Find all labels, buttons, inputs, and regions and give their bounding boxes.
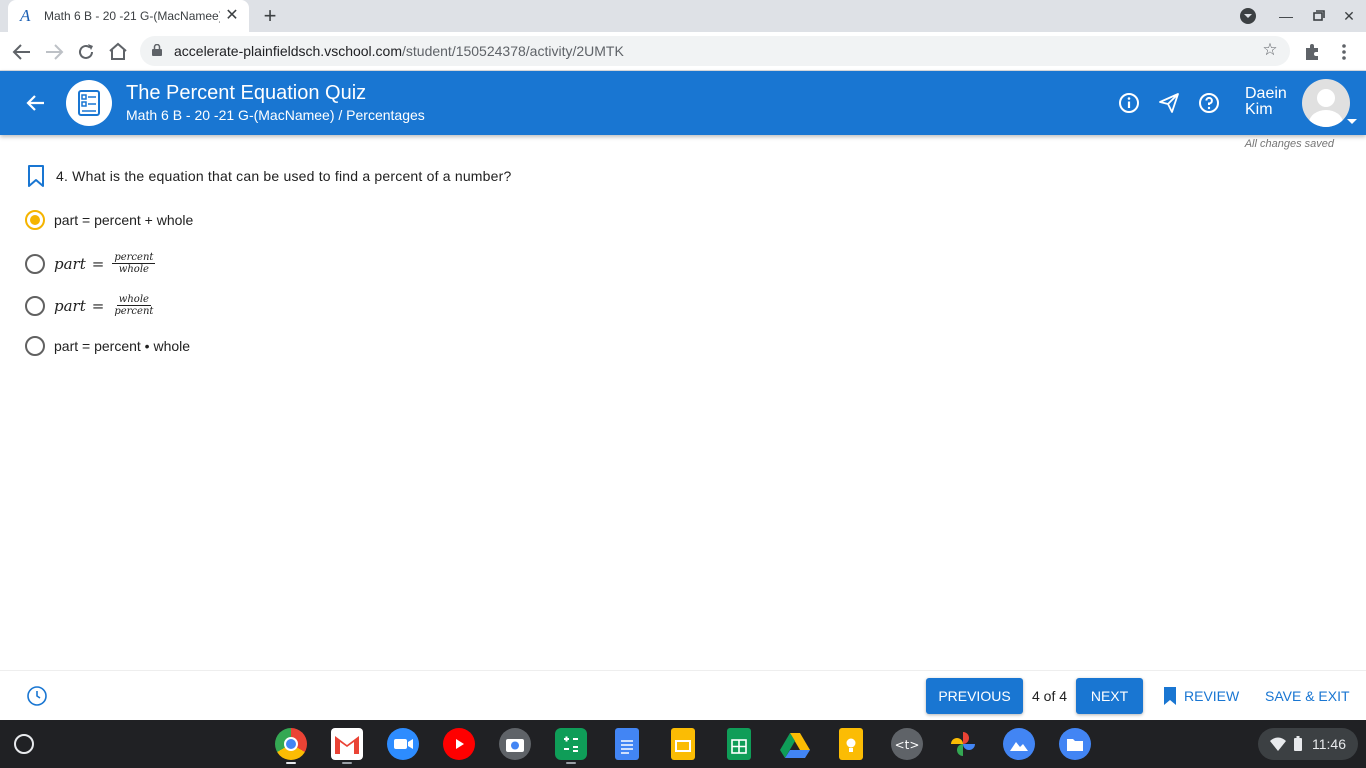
- home-icon[interactable]: [106, 40, 130, 64]
- active-app-indicator: [286, 762, 296, 764]
- bookmark-star-icon[interactable]: ☆: [1260, 40, 1280, 60]
- url-host: accelerate-plainfieldsch.vschool.com: [174, 43, 402, 59]
- fraction-numerator: percent: [112, 252, 156, 264]
- tinker-icon[interactable]: <t>: [891, 728, 923, 760]
- clock-icon[interactable]: [26, 685, 48, 707]
- restore-icon[interactable]: [1308, 6, 1328, 26]
- drive-icon[interactable]: [779, 728, 811, 760]
- option-formula: part = whole percent: [54, 294, 155, 317]
- reload-icon[interactable]: [74, 40, 98, 64]
- close-window-icon[interactable]: ✕: [1339, 6, 1359, 26]
- url-text: accelerate-plainfieldsch.vschool.com/stu…: [174, 43, 624, 59]
- tab-search-icon[interactable]: [1238, 6, 1258, 26]
- quiz-footer: PREVIOUS 4 of 4 NEXT REVIEW SAVE & EXIT: [0, 670, 1366, 720]
- fraction-denominator: percent: [114, 306, 154, 317]
- close-tab-icon[interactable]: ✕: [223, 7, 241, 25]
- battery-icon: [1294, 736, 1302, 751]
- back-icon[interactable]: [10, 40, 34, 64]
- new-tab-button[interactable]: +: [258, 4, 282, 28]
- status-tray[interactable]: 11:46: [1258, 728, 1358, 760]
- app-header: The Percent Equation Quiz Math 6 B - 20 …: [0, 71, 1366, 135]
- save-exit-button[interactable]: SAVE & EXIT: [1265, 688, 1350, 704]
- formula-equals: =: [91, 296, 105, 315]
- page-title: The Percent Equation Quiz: [126, 82, 367, 104]
- user-first-name: Daein: [1245, 85, 1287, 102]
- quiz-icon: [66, 80, 112, 126]
- zoom-icon[interactable]: [387, 728, 419, 760]
- radio-button[interactable]: [25, 336, 45, 356]
- formula-lhs: part: [54, 254, 86, 273]
- calculator-icon[interactable]: [555, 728, 587, 760]
- app-running-indicator: [342, 762, 352, 764]
- tab-title: Math 6 B - 20 -21 G-(MacNamee): [44, 9, 220, 23]
- menu-icon[interactable]: [1332, 40, 1356, 64]
- question-text: 4. What is the equation that can be used…: [56, 168, 512, 184]
- slides-icon[interactable]: [671, 728, 695, 760]
- user-name[interactable]: Daein Kim: [1245, 86, 1287, 118]
- radio-button[interactable]: [25, 295, 45, 316]
- avatar[interactable]: [1302, 79, 1350, 127]
- browser-tab[interactable]: A Math 6 B - 20 -21 G-(MacNamee) ✕: [8, 0, 249, 32]
- sheets-icon[interactable]: [727, 728, 751, 760]
- answer-option-3[interactable]: part = whole percent: [25, 294, 155, 317]
- send-icon[interactable]: [1157, 91, 1181, 115]
- previous-button[interactable]: PREVIOUS: [926, 678, 1023, 714]
- option-label: part = percent + whole: [54, 212, 194, 228]
- fraction-numerator: whole: [116, 294, 151, 306]
- answer-option-4[interactable]: part = percent • whole: [25, 336, 190, 356]
- camera-icon[interactable]: [499, 728, 531, 760]
- browser-toolbar: accelerate-plainfieldsch.vschool.com/stu…: [0, 32, 1366, 71]
- user-menu-caret-icon[interactable]: [1347, 119, 1357, 124]
- formula-equals: =: [91, 254, 105, 273]
- help-icon[interactable]: [1197, 91, 1221, 115]
- forward-icon[interactable]: [42, 40, 66, 64]
- files-icon[interactable]: [1059, 728, 1091, 760]
- info-icon[interactable]: [1117, 91, 1141, 115]
- svg-text:<t>: <t>: [895, 738, 920, 752]
- bookmark-icon[interactable]: [26, 165, 46, 187]
- minimize-icon[interactable]: —: [1276, 6, 1296, 26]
- launcher-icon[interactable]: [14, 734, 34, 754]
- gallery-icon[interactable]: [1003, 728, 1035, 760]
- extensions-icon[interactable]: [1300, 40, 1324, 64]
- breadcrumb: Math 6 B - 20 -21 G-(MacNamee) / Percent…: [126, 107, 425, 123]
- formula-lhs: part: [54, 296, 86, 315]
- keep-icon[interactable]: [839, 728, 863, 760]
- lock-icon: [152, 44, 162, 56]
- radio-button[interactable]: [25, 253, 45, 274]
- youtube-icon[interactable]: [443, 728, 475, 760]
- gmail-icon[interactable]: [331, 728, 363, 760]
- bookmark-filled-icon: [1164, 687, 1176, 705]
- os-shelf: <t> 11:46: [0, 720, 1366, 768]
- answer-option-2[interactable]: part = percent whole: [25, 252, 156, 275]
- photos-icon[interactable]: [947, 728, 979, 760]
- page-indicator: 4 of 4: [1032, 688, 1068, 704]
- fraction-denominator: whole: [118, 264, 149, 275]
- address-bar[interactable]: accelerate-plainfieldsch.vschool.com/stu…: [140, 36, 1290, 66]
- option-formula: part = percent whole: [54, 252, 156, 275]
- app-running-indicator: [566, 762, 576, 764]
- chrome-icon[interactable]: [275, 728, 307, 760]
- clock-time: 11:46: [1312, 736, 1346, 752]
- review-button[interactable]: REVIEW: [1162, 687, 1239, 705]
- back-arrow-icon[interactable]: [24, 91, 48, 115]
- fraction: percent whole: [112, 252, 156, 275]
- favicon-icon: A: [20, 6, 31, 25]
- radio-button[interactable]: [25, 210, 45, 230]
- url-path: /student/150524378/activity/2UMTK: [402, 43, 624, 59]
- option-label: part = percent • whole: [54, 338, 191, 354]
- answer-option-1[interactable]: part = percent + whole: [25, 210, 193, 230]
- tab-strip: A Math 6 B - 20 -21 G-(MacNamee) ✕ + — ✕: [0, 0, 1366, 32]
- save-status: All changes saved: [1244, 138, 1334, 150]
- wifi-icon: [1270, 737, 1286, 751]
- next-button[interactable]: NEXT: [1076, 678, 1143, 714]
- user-last-name: Kim: [1245, 101, 1273, 118]
- review-label: REVIEW: [1184, 688, 1240, 704]
- docs-icon[interactable]: [615, 728, 639, 760]
- fraction: whole percent: [112, 294, 155, 317]
